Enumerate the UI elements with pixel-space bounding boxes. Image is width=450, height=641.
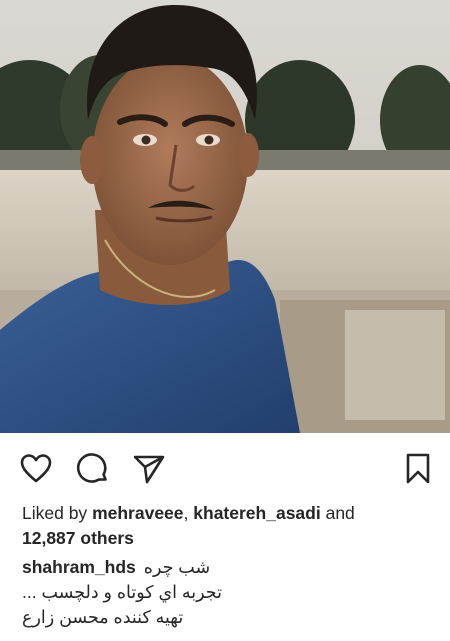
instagram-post: Liked by mehraveee, khatereh_asadi and 1… [0, 0, 450, 641]
liker-username[interactable]: mehraveee [92, 503, 183, 523]
likes-summary: Liked by mehraveee, khatereh_asadi and 1… [22, 501, 432, 551]
caption-line: تهيه كننده محسن زارع [22, 605, 432, 630]
post-photo[interactable] [0, 0, 450, 433]
action-bar [0, 433, 450, 497]
heart-icon [20, 454, 52, 483]
caption-text: شب چره [143, 557, 211, 577]
caption-line: تجربه اي كوتاه و دلچسب ... [22, 580, 432, 605]
share-button[interactable] [131, 451, 167, 487]
likes-separator: , [183, 503, 189, 523]
likes-and: and [325, 503, 355, 523]
send-icon [133, 455, 165, 484]
portrait-image [0, 0, 450, 433]
like-button[interactable] [18, 451, 54, 487]
comment-button[interactable] [75, 451, 111, 487]
caption-text: تجربه اي كوتاه و دلچسب ... [22, 582, 222, 602]
bookmark-icon [406, 453, 430, 484]
comment-bubble-icon [76, 453, 107, 483]
caption-first-line: shahram_hds شب چره [22, 555, 432, 580]
save-button[interactable] [400, 451, 436, 487]
likes-count[interactable]: 12,887 others [22, 528, 134, 548]
caption-username[interactable]: shahram_hds [22, 555, 136, 580]
caption-text: تهيه كننده محسن زارع [22, 607, 184, 627]
likes-prefix: Liked by [22, 503, 88, 523]
post-caption: shahram_hds شب چره تجربه اي كوتاه و دلچس… [22, 555, 432, 630]
liker-username[interactable]: khatereh_asadi [193, 503, 320, 523]
